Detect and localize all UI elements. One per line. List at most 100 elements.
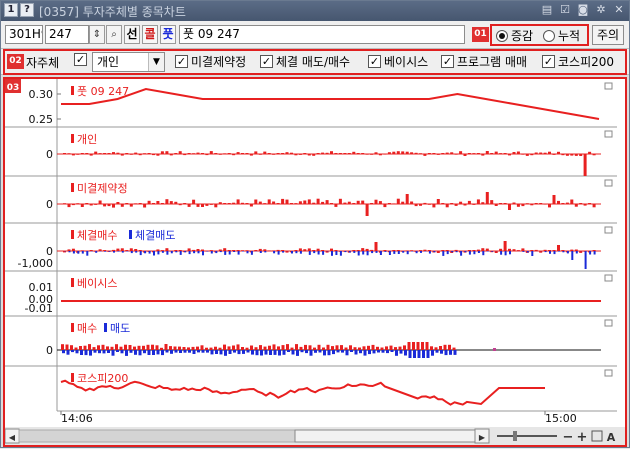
check-open-interest[interactable]: ✓미결제약정 (175, 53, 246, 70)
bar-program-buy (412, 342, 415, 350)
bar-trade-buy (246, 250, 249, 251)
check-icon[interactable]: ✓ (175, 55, 188, 68)
investor-select[interactable]: 개인 ▼ (92, 52, 165, 72)
bar-open-interest (125, 203, 128, 204)
check-icon[interactable]: ✓ (441, 55, 454, 68)
investor-checkbox[interactable]: ✓ (74, 53, 87, 66)
bar-program-sell (206, 350, 209, 353)
bar-open-interest (152, 203, 155, 204)
bar-trade-sell (198, 251, 200, 253)
radio-change-dot[interactable] (496, 30, 508, 42)
chart-area: 03풋 09 247개인미결제약정체결매수체결매도베이시스매수매도코스피2000… (3, 77, 627, 447)
camera-icon[interactable]: ◙ (577, 4, 589, 16)
bar-program-buy (363, 346, 366, 350)
bar-program-sell (314, 350, 317, 353)
check-icon[interactable]: ✓ (260, 55, 273, 68)
legend-swatch (71, 230, 74, 239)
bar-program-buy (327, 345, 330, 350)
bar-individual (183, 154, 186, 155)
bar-individual (63, 153, 66, 154)
bar-program-buy (444, 345, 447, 350)
caution-button[interactable]: 주의 (592, 25, 624, 45)
legend-swatch (71, 183, 74, 192)
scroll-left-icon: ◀ (9, 433, 16, 442)
bar-individual (441, 153, 444, 154)
panel-minimize-icon (605, 131, 612, 137)
bar-trade-buy (513, 249, 516, 251)
bar-individual (575, 154, 578, 156)
notepad-icon[interactable]: ▤ (541, 4, 553, 16)
bar-open-interest (419, 204, 422, 206)
bar-trade-sell (295, 251, 297, 253)
check-trade[interactable]: ✓체결 매도/매수 (260, 53, 350, 70)
y-tick-label: 0.30 (29, 88, 54, 101)
bar-program-sell (161, 350, 164, 355)
bar-trade-sell (220, 251, 222, 252)
bar-trade-sell (215, 251, 217, 253)
bar-individual (174, 153, 177, 154)
bar-open-interest (441, 203, 444, 204)
call-button[interactable]: 콜 (142, 25, 158, 44)
bar-program-buy (367, 346, 370, 350)
bar-program-sell (445, 350, 448, 355)
gear-icon[interactable]: ✲ (595, 4, 607, 16)
bar-program-sell (71, 350, 74, 352)
check-basis[interactable]: ✓베이시스 (368, 53, 428, 70)
check-kospi200[interactable]: ✓코스피200 (542, 53, 614, 70)
bar-individual (210, 151, 213, 154)
bar-trade-buy (486, 249, 489, 251)
bar-trade-sell (585, 251, 587, 269)
bar-individual (321, 153, 324, 154)
number-input[interactable]: 247 (45, 25, 89, 44)
bar-trade-buy (330, 249, 333, 251)
bar-trade-sell (367, 251, 369, 255)
number-button[interactable]: 1 (4, 3, 18, 17)
bar-trade-buy (201, 250, 204, 252)
bar-program-buy (408, 342, 411, 350)
bar-program-buy (354, 347, 357, 350)
put-button[interactable]: 풋 (160, 25, 176, 44)
seon-button[interactable]: 선 (124, 25, 140, 44)
bar-trade-buy (161, 250, 164, 251)
bar-individual (143, 153, 146, 154)
check-icon[interactable]: ✓ (368, 55, 381, 68)
radio-change[interactable]: 증감 (496, 27, 533, 44)
check-icon[interactable]: ✓ (74, 53, 87, 66)
bar-trade-buy (130, 248, 133, 251)
bar-individual (237, 152, 240, 154)
bar-program-buy (255, 347, 258, 350)
bar-trade-sell (371, 251, 373, 253)
bar-individual (553, 154, 556, 155)
close-icon[interactable]: ✕ (613, 4, 625, 16)
check-icon[interactable]: ☑ (559, 4, 571, 16)
bar-program-buy (264, 347, 267, 350)
code-input[interactable]: 301H9 (5, 25, 43, 44)
bar-individual (188, 153, 191, 154)
bar-individual (450, 152, 453, 154)
bar-program-sell (80, 350, 83, 355)
bar-trade-buy (553, 250, 556, 251)
bar-trade-buy (232, 250, 235, 251)
bar-trade-sell (567, 251, 569, 253)
bar-program-buy (88, 344, 91, 350)
chevron-down-icon[interactable]: ▼ (148, 53, 164, 71)
chart-svg[interactable]: 03풋 09 247개인미결제약정체결매수체결매도베이시스매수매도코스피2000… (5, 79, 625, 445)
item-name-field[interactable]: 풋 09 247 (179, 25, 465, 44)
help-button[interactable]: ? (20, 3, 34, 17)
bar-program-buy (417, 342, 420, 350)
check-icon[interactable]: ✓ (542, 55, 555, 68)
bar-program-buy (313, 348, 316, 350)
y-tick-label: 0 (46, 148, 53, 161)
spin-button[interactable]: ⇕ (89, 25, 105, 44)
bar-individual (205, 154, 208, 155)
check-program[interactable]: ✓프로그램 매매 (441, 53, 527, 70)
radio-cumulative[interactable]: 누적 (543, 27, 580, 44)
bar-trade-buy (228, 250, 231, 251)
search-icon[interactable]: ⌕ (106, 25, 122, 44)
bar-open-interest (223, 203, 226, 204)
bar-open-interest (486, 192, 489, 204)
radio-cumulative-dot[interactable] (543, 30, 555, 42)
bar-trade-buy (121, 248, 124, 251)
bar-trade-sell (331, 251, 333, 256)
title-icons: ▤ ☑ ◙ ✲ ✕ (541, 4, 625, 16)
